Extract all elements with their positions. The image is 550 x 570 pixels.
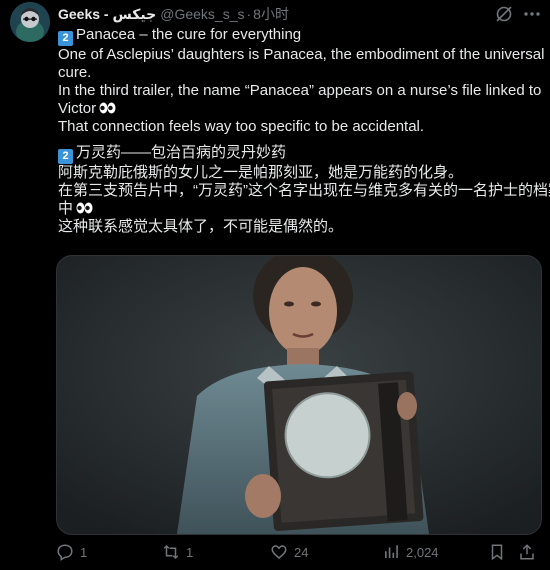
tweet: Geeks - جيكس @Geeks_s_s · 8小时 2 Panacea –… bbox=[0, 0, 550, 570]
zh-line-2b: 中 bbox=[58, 200, 74, 217]
grok-icon[interactable] bbox=[494, 4, 514, 24]
zh-line-2: 在第三支预告片中，“万灵药”这个名字出现在与维克多有关的一名护士的档案 bbox=[58, 182, 550, 199]
zh-line-2b-row: 中 bbox=[58, 200, 538, 218]
en-heading: Panacea – the cure for everything bbox=[76, 26, 302, 43]
en-line-1: One of Asclepius’ daughters is Panacea, … bbox=[58, 46, 545, 63]
handle[interactable]: @Geeks_s_s bbox=[160, 6, 244, 22]
keycap-two-emoji: 2 bbox=[58, 149, 73, 164]
repost-icon bbox=[163, 544, 179, 560]
reply-button[interactable]: 1 bbox=[56, 541, 87, 563]
zh-line-3: 这种联系感觉太具体了，不可能是偶然的。 bbox=[58, 218, 344, 235]
repost-button[interactable]: 1 bbox=[162, 541, 193, 563]
tweet-header: Geeks - جيكس @Geeks_s_s · 8小时 bbox=[58, 4, 289, 24]
more-icon[interactable] bbox=[522, 4, 542, 24]
reply-count: 1 bbox=[80, 544, 88, 560]
display-name[interactable]: Geeks - جيكس bbox=[58, 6, 156, 23]
like-count: 24 bbox=[294, 544, 309, 560]
repost-count: 1 bbox=[186, 544, 194, 560]
views-count: 2,024 bbox=[406, 544, 439, 560]
avatar-image bbox=[10, 2, 50, 42]
eyes-emoji bbox=[76, 202, 93, 214]
avatar[interactable] bbox=[10, 2, 50, 42]
en-line-1b: cure. bbox=[58, 64, 92, 81]
separator-dot: · bbox=[246, 6, 252, 22]
reply-icon bbox=[57, 544, 73, 561]
nurse-holding-file-image bbox=[57, 256, 541, 534]
views-button[interactable]: 2,024 bbox=[382, 541, 439, 563]
en-heading-line: 2 Panacea – the cure for everything bbox=[58, 26, 538, 46]
like-button[interactable]: 24 bbox=[270, 541, 308, 563]
media-image[interactable] bbox=[56, 255, 542, 535]
zh-heading: 万灵药——包治百病的灵丹妙药 bbox=[76, 144, 287, 161]
action-bar: 1 1 24 2,024 bbox=[56, 541, 540, 563]
tweet-text: 2 Panacea – the cure for everything One o… bbox=[58, 26, 550, 236]
keycap-two-emoji: 2 bbox=[58, 31, 73, 46]
eyes-emoji bbox=[99, 102, 116, 114]
zh-line-1: 阿斯克勒庇俄斯的女儿之一是帕那刻亚，她是万能药的化身。 bbox=[58, 164, 464, 181]
views-icon bbox=[385, 545, 398, 558]
en-line-2b: Victor bbox=[58, 100, 97, 117]
timestamp[interactable]: 8小时 bbox=[253, 4, 289, 24]
bookmark-button[interactable] bbox=[488, 541, 506, 563]
en-line-2: In the third trailer, the name “Panacea”… bbox=[58, 82, 542, 99]
bookmark-icon bbox=[491, 544, 503, 561]
en-line-2b-row: Victor bbox=[58, 100, 538, 118]
share-button[interactable] bbox=[518, 541, 536, 563]
like-icon bbox=[271, 545, 287, 559]
share-icon bbox=[520, 544, 534, 560]
zh-heading-line: 2 万灵药——包治百病的灵丹妙药 bbox=[58, 144, 538, 164]
en-line-3: That connection feels way too specific t… bbox=[58, 118, 425, 135]
